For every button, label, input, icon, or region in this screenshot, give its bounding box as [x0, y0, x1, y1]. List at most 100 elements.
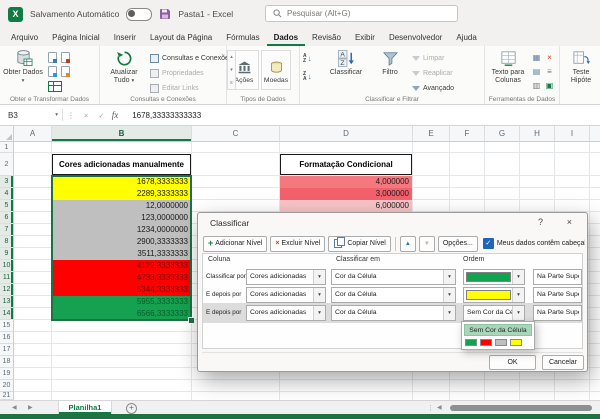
- row-header-7[interactable]: 7: [0, 224, 14, 236]
- reapply-filter-button[interactable]: Reaplicar: [412, 67, 453, 80]
- insert-function-icon[interactable]: fx: [110, 110, 125, 120]
- new-sheet-button[interactable]: +: [126, 403, 137, 414]
- order-dropdown-0[interactable]: ▾: [463, 269, 525, 285]
- row-header-14[interactable]: 14: [0, 308, 14, 320]
- cell-b10[interactable]: 4122,3333333: [52, 260, 191, 272]
- column-header-g[interactable]: G: [485, 126, 520, 142]
- remove-duplicates-icon[interactable]: ×: [544, 52, 555, 63]
- move-level-up-button[interactable]: ▲: [400, 236, 416, 252]
- options-button[interactable]: Opções...: [438, 236, 478, 252]
- name-box[interactable]: B3 ▾: [0, 105, 62, 125]
- clear-filter-button[interactable]: Limpar: [412, 52, 444, 65]
- column-header-c[interactable]: C: [192, 126, 280, 142]
- column-header-b[interactable]: B: [52, 126, 192, 142]
- name-box-dropdown-icon[interactable]: ▾: [55, 112, 58, 118]
- cell-d5[interactable]: 6,000000: [280, 200, 412, 212]
- column-header-a[interactable]: A: [14, 126, 52, 142]
- formula-input[interactable]: 1678,33333333333: [124, 111, 201, 120]
- select-all-corner[interactable]: [0, 126, 14, 142]
- edit-links-button[interactable]: Editar Links: [150, 82, 199, 95]
- save-icon[interactable]: [159, 8, 171, 20]
- existing-connections-icon[interactable]: [61, 66, 70, 77]
- column-header-f[interactable]: F: [450, 126, 485, 142]
- cell-d4[interactable]: 3,000000: [280, 188, 412, 200]
- b2-header-cell[interactable]: Cores adicionadas manualmente: [52, 154, 191, 175]
- row-header-20[interactable]: 20: [0, 380, 14, 392]
- cell-b12[interactable]: 5344,3333333: [52, 284, 191, 296]
- gallery-more-icon[interactable]: ≡: [230, 80, 233, 86]
- queries-connections-button[interactable]: Consultas e Conexões: [150, 52, 232, 65]
- row-header-4[interactable]: 4: [0, 188, 14, 200]
- row-header-8[interactable]: 8: [0, 236, 14, 248]
- cell-b13[interactable]: 5955,3333333: [52, 296, 191, 308]
- get-data-button[interactable]: Obter Dados ▾: [2, 47, 44, 93]
- menu-color-swatch-0[interactable]: [465, 339, 477, 346]
- menu-color-swatch-2[interactable]: [495, 339, 507, 346]
- row-header-16[interactable]: 16: [0, 332, 14, 344]
- from-table-range-icon[interactable]: [48, 81, 62, 92]
- column-header-e[interactable]: E: [413, 126, 450, 142]
- cell-d3[interactable]: 4,000000: [280, 176, 412, 188]
- order-dropdown-2[interactable]: Sem Cor da Célula▾: [463, 305, 525, 321]
- refresh-all-button[interactable]: Atualizar Tudo ▾: [102, 47, 146, 93]
- cell-b7[interactable]: 1234,0000000: [52, 224, 191, 236]
- horizontal-scrollbar-thumb[interactable]: [450, 405, 592, 411]
- gallery-up-icon[interactable]: ▴: [230, 54, 233, 60]
- cell-b6[interactable]: 123,0000000: [52, 212, 191, 224]
- column-header-h[interactable]: H: [520, 126, 555, 142]
- ribbon-tab-4[interactable]: Fórmulas: [219, 28, 266, 46]
- cancel-entry-icon[interactable]: ×: [79, 111, 93, 120]
- row-header-2[interactable]: 2: [0, 153, 14, 176]
- what-if-analysis-button[interactable]: Teste Hipóte: [562, 47, 600, 93]
- cell-b3[interactable]: 1678,3333333: [52, 176, 191, 188]
- ribbon-tab-7[interactable]: Exibir: [348, 28, 382, 46]
- ribbon-tab-0[interactable]: Arquivo: [4, 28, 45, 46]
- ribbon-tab-3[interactable]: Layout da Página: [143, 28, 219, 46]
- menu-item-no-cell-color[interactable]: Sem Cor da Célula: [464, 324, 532, 336]
- row-header-3[interactable]: 3: [0, 176, 14, 188]
- sort-az-button[interactable]: AZ↓: [303, 52, 320, 66]
- copy-level-button[interactable]: Copiar Nível: [328, 236, 391, 252]
- row-header-21[interactable]: 21: [0, 392, 14, 400]
- cancel-button[interactable]: Cancelar: [542, 355, 584, 370]
- row-header-1[interactable]: 1: [0, 142, 14, 153]
- menu-color-swatch-3[interactable]: [510, 339, 522, 346]
- cell-b5[interactable]: 12,0000000: [52, 200, 191, 212]
- column-header-i[interactable]: I: [555, 126, 590, 142]
- data-validation-icon[interactable]: ▤: [531, 66, 542, 77]
- order-dropdown-1[interactable]: ▾: [463, 287, 525, 303]
- ribbon-tab-6[interactable]: Revisão: [305, 28, 348, 46]
- ok-button[interactable]: OK: [489, 355, 536, 370]
- column-dropdown-2[interactable]: Cores adicionadas▾: [246, 305, 326, 321]
- move-level-down-button[interactable]: ▼: [419, 236, 435, 252]
- recent-sources-icon[interactable]: [48, 66, 57, 77]
- row-header-12[interactable]: 12: [0, 284, 14, 296]
- cell-b8[interactable]: 2900,3333333: [52, 236, 191, 248]
- cell-b9[interactable]: 3511,3333333: [52, 248, 191, 260]
- column-header-d[interactable]: D: [280, 126, 413, 142]
- row-header-11[interactable]: 11: [0, 272, 14, 284]
- gallery-scroll-control[interactable]: ▴ ▾ ≡: [227, 50, 236, 90]
- gallery-down-icon[interactable]: ▾: [230, 67, 233, 73]
- row-header-10[interactable]: 10: [0, 260, 14, 272]
- row-header-18[interactable]: 18: [0, 356, 14, 368]
- ribbon-tab-8[interactable]: Desenvolvedor: [382, 28, 449, 46]
- d2-header-cell[interactable]: Formatação Condicional: [280, 154, 412, 175]
- relationships-icon[interactable]: ▥: [531, 80, 542, 91]
- dialog-help-button[interactable]: ?: [538, 217, 543, 227]
- add-level-button[interactable]: + Adicionar Nível: [203, 236, 267, 252]
- ribbon-tab-1[interactable]: Página Inicial: [45, 28, 107, 46]
- properties-button[interactable]: Propriedades: [150, 67, 204, 80]
- menu-color-swatch-1[interactable]: [480, 339, 492, 346]
- advanced-filter-button[interactable]: Avançado: [412, 82, 454, 95]
- row-header-15[interactable]: 15: [0, 320, 14, 332]
- row-header-17[interactable]: 17: [0, 344, 14, 356]
- sort-on-dropdown-2[interactable]: Cor da Célula▾: [331, 305, 456, 321]
- row-header-13[interactable]: 13: [0, 296, 14, 308]
- cell-b14[interactable]: 6566,3333333: [52, 308, 191, 320]
- position-dropdown-2[interactable]: Na Parte Supe: [533, 305, 582, 321]
- ribbon-tab-9[interactable]: Ajuda: [449, 28, 483, 46]
- cell-b11[interactable]: 4733,3333333: [52, 272, 191, 284]
- search-box[interactable]: Pesquisar (Alt+G): [265, 5, 458, 22]
- selection-handle[interactable]: [188, 317, 195, 324]
